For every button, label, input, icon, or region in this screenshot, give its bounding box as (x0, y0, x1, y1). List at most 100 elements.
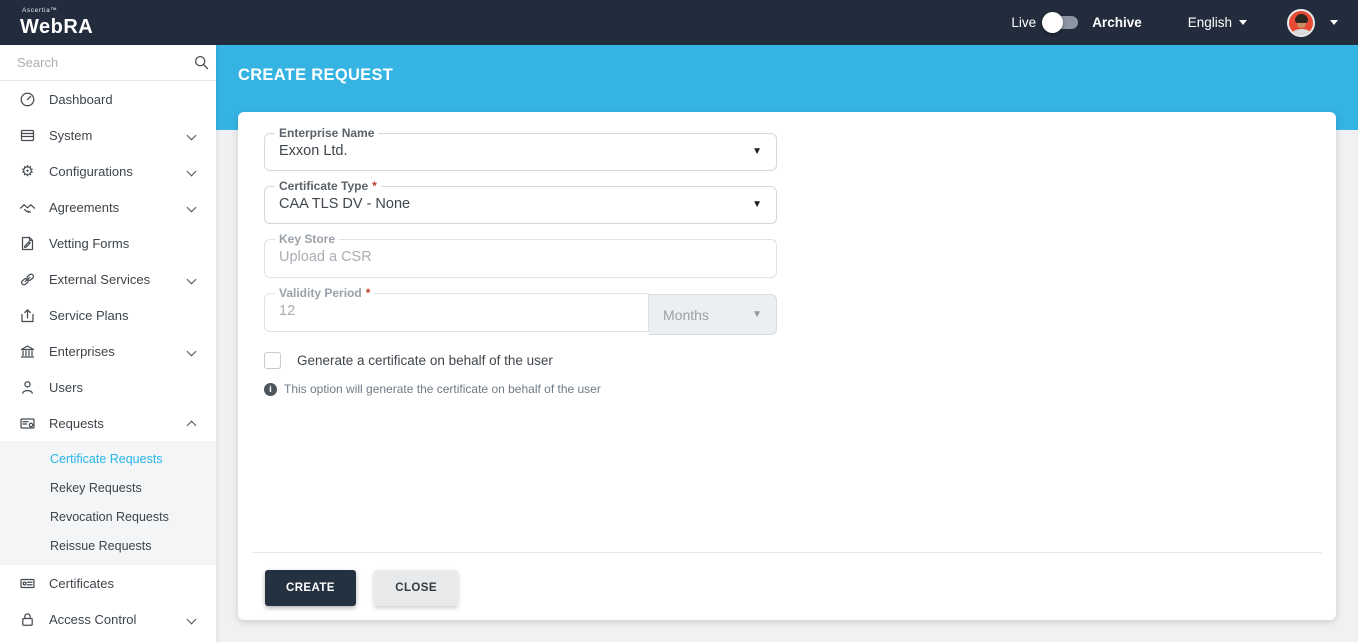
sidebar-item-configurations[interactable]: ⚙ Configurations (0, 153, 216, 189)
sidebar-item-reissue-requests[interactable]: Reissue Requests (0, 532, 216, 561)
certificate-type-field[interactable]: Certificate Type * CAA TLS DV - None ▼ (264, 179, 777, 224)
chevron-down-icon (1330, 20, 1338, 25)
required-mark: * (365, 286, 371, 300)
sidebar-item-label: Access Control (49, 611, 137, 627)
dropdown-caret-icon: ▼ (752, 309, 762, 320)
validity-period-input[interactable] (279, 303, 634, 319)
app-root: Ascertia™ WebRA Live Archive English Sea… (0, 0, 1358, 642)
service-plans-icon (19, 307, 36, 324)
certificate-type-value: CAA TLS DV - None (279, 196, 411, 212)
sidebar-search (0, 45, 216, 81)
sidebar-item-label: Certificates (49, 575, 115, 591)
sidebar: Dashboard System ⚙ Configurations Agreem… (0, 45, 216, 642)
validity-period-field[interactable]: Validity Period * (264, 286, 649, 332)
avatar-shirt (1292, 28, 1311, 35)
sidebar-item-label: Vetting Forms (49, 235, 130, 251)
certificates-icon (19, 575, 36, 592)
archive-label: Archive (1092, 15, 1142, 30)
brand-logo[interactable]: Ascertia™ WebRA (20, 8, 93, 37)
certificate-type-label: Certificate Type * (279, 179, 377, 193)
sidebar-item-label: Agreements (49, 199, 120, 215)
chevron-down-icon (186, 130, 197, 140)
chevron-down-icon (186, 274, 197, 284)
validity-period-label: Validity Period * (279, 286, 371, 300)
enterprises-bank-icon (19, 343, 36, 360)
sidebar-item-certificate-requests[interactable]: Certificate Requests (0, 445, 216, 474)
sidebar-item-service-plans[interactable]: Service Plans (0, 297, 216, 333)
enterprise-name-field[interactable]: Enterprise Name Exxon Ltd. ▼ (264, 126, 777, 171)
footer-divider (252, 552, 1322, 553)
dropdown-caret-icon[interactable]: ▼ (752, 146, 762, 157)
navbar-right-cluster: Live Archive English (1011, 8, 1338, 37)
chevron-down-icon (186, 166, 197, 176)
sidebar-item-agreements[interactable]: Agreements (0, 189, 216, 225)
validity-unit-select[interactable]: Months ▼ (649, 294, 777, 335)
dropdown-caret-icon[interactable]: ▼ (752, 199, 762, 210)
enterprise-name-value: Exxon Ltd. (279, 143, 348, 159)
requests-icon (19, 415, 36, 432)
sidebar-item-label: Dashboard (49, 91, 113, 107)
key-store-input[interactable] (279, 249, 762, 265)
sidebar-item-label: External Services (49, 271, 151, 287)
close-button[interactable]: CLOSE (374, 570, 458, 606)
validity-unit-value: Months (663, 306, 709, 323)
sidebar-item-access-control[interactable]: Access Control (0, 601, 216, 637)
info-icon: i (264, 382, 277, 396)
user-menu[interactable] (1287, 8, 1338, 37)
chevron-down-icon (186, 614, 197, 624)
required-mark: * (372, 179, 377, 193)
sidebar-item-label: Service Plans (49, 307, 129, 323)
sidebar-item-enterprises[interactable]: Enterprises (0, 333, 216, 369)
sidebar-item-vetting-forms[interactable]: Vetting Forms (0, 225, 216, 261)
sidebar-item-users[interactable]: Users (0, 369, 216, 405)
create-button[interactable]: CREATE (265, 570, 356, 606)
sidebar-item-label: Enterprises (49, 343, 115, 359)
toggle-knob[interactable] (1042, 12, 1064, 33)
sidebar-item-dashboard[interactable]: Dashboard (0, 81, 216, 117)
brand-product: WebRA (20, 15, 94, 38)
access-control-lock-icon (19, 611, 36, 628)
requests-submenu: Certificate Requests Rekey Requests Revo… (0, 441, 216, 565)
sidebar-item-external-services[interactable]: External Services (0, 261, 216, 297)
chevron-down-icon (186, 202, 197, 212)
agreements-handshake-icon (19, 199, 36, 216)
page-title: CREATE REQUEST (238, 66, 394, 84)
system-icon (19, 127, 36, 144)
sidebar-item-requests[interactable]: Requests (0, 405, 216, 441)
live-label: Live (1011, 15, 1037, 30)
avatar[interactable] (1287, 8, 1315, 37)
users-icon (19, 379, 36, 396)
key-store-label: Key Store (279, 232, 336, 246)
brand-company: Ascertia™ (22, 7, 58, 15)
external-services-link-icon (19, 271, 36, 288)
key-store-field[interactable]: Key Store (264, 232, 777, 278)
top-navbar: Ascertia™ WebRA Live Archive English (0, 0, 1358, 45)
search-input[interactable] (17, 55, 193, 70)
validity-period-row: Validity Period* Months ▼ (264, 286, 777, 335)
vetting-forms-icon (19, 235, 36, 252)
sidebar-item-revocation-requests[interactable]: Revocation Requests (0, 503, 216, 532)
generate-on-behalf-label: Generate a certificate on behalf of the … (297, 353, 553, 368)
enterprise-name-label: Enterprise Name (279, 126, 375, 140)
chevron-down-icon (1239, 20, 1247, 25)
sidebar-item-system[interactable]: System (0, 117, 216, 153)
dashboard-icon (19, 91, 36, 108)
sidebar-item-partial[interactable] (0, 637, 216, 642)
language-selector[interactable]: English (1188, 15, 1247, 30)
sidebar-item-label: System (49, 127, 93, 143)
info-text: This option will generate the certificat… (284, 382, 601, 396)
generate-on-behalf-row: Generate a certificate on behalf of the … (264, 352, 777, 369)
sidebar-item-certificates[interactable]: Certificates (0, 565, 216, 601)
info-row: i This option will generate the certific… (264, 382, 777, 396)
sidebar-item-label: Configurations (49, 163, 133, 179)
chevron-down-icon (186, 346, 197, 356)
language-label: English (1187, 15, 1232, 30)
live-archive-toggle[interactable] (1042, 12, 1079, 33)
configurations-icon: ⚙ (20, 162, 35, 180)
sidebar-item-label: Requests (49, 415, 104, 431)
card-footer: CREATE CLOSE (252, 552, 1322, 606)
search-icon[interactable] (193, 54, 210, 71)
sidebar-item-rekey-requests[interactable]: Rekey Requests (0, 474, 216, 503)
generate-on-behalf-checkbox[interactable] (264, 352, 281, 369)
avatar-hair (1295, 13, 1308, 23)
